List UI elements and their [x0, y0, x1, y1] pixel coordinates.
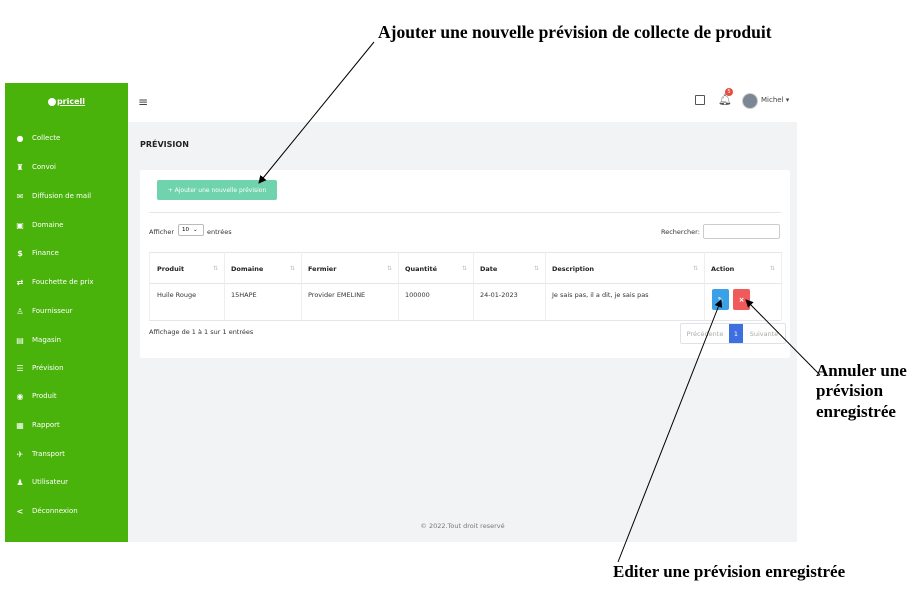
cell-quantite: 100000	[405, 291, 430, 299]
domain-icon: ▣	[16, 220, 24, 230]
sidebar: pricell ● Collecte ♜ Convoi ✉ Diffusion de …	[5, 83, 128, 542]
logo-icon	[47, 97, 56, 106]
avatar[interactable]	[742, 93, 758, 109]
sidebar-item-fouchette[interactable]: ⇄ Fouchette de prix	[5, 272, 128, 292]
sidebar-item-utilisateur[interactable]: ♟ Utilisateur	[5, 472, 128, 492]
pagination-next[interactable]: Suivante	[743, 324, 785, 343]
cell-domaine: 15HAPE	[231, 291, 257, 299]
vehicle-icon: ♜	[16, 162, 24, 172]
transport-icon: ✈	[16, 449, 24, 459]
sidebar-item-domaine[interactable]: ▣ Domaine	[5, 215, 128, 235]
user-icon: ♙	[16, 306, 24, 316]
topbar: ≡ 🔔︎ 5 Michel ▾	[128, 83, 797, 122]
header-date[interactable]: Date ⇅	[480, 255, 543, 282]
menu-icon[interactable]: ≡	[138, 95, 148, 109]
page-title: PRÉVISION	[140, 140, 189, 149]
footer: © 2022.Tout droit reservé	[128, 509, 797, 542]
sidebar-item-diffusion[interactable]: ✉ Diffusion de mail	[5, 186, 128, 206]
header-produit[interactable]: Produit ⇅	[157, 255, 222, 282]
store-icon: ▤	[16, 335, 24, 345]
sidebar-item-rapport[interactable]: ▦ Rapport	[5, 415, 128, 435]
sidebar-item-magasin[interactable]: ▤ Magasin	[5, 330, 128, 350]
cell-produit: Huile Rouge	[157, 291, 197, 299]
delete-button[interactable]: ×	[733, 289, 750, 310]
product-icon: ◉	[16, 391, 24, 401]
search-label: Rechercher:	[661, 228, 700, 236]
arrows-icon: ⇄	[16, 277, 24, 287]
list-icon: ☰	[16, 363, 24, 373]
table-header-border	[149, 283, 781, 284]
sort-icon: ⇅	[212, 265, 218, 272]
prevision-card: + Ajouter une nouvelle prévision Affiche…	[140, 170, 790, 358]
pagination-previous[interactable]: Précédente	[681, 324, 729, 343]
sort-icon: ⇅	[289, 265, 295, 272]
sort-icon: ⇅	[461, 265, 467, 272]
brand-name: pricell	[56, 97, 86, 106]
user-menu[interactable]: Michel ▾	[761, 96, 789, 104]
share-icon: <	[16, 506, 24, 516]
cell-date: 24-01-2023	[480, 291, 518, 299]
sidebar-item-collecte[interactable]: ● Collecte	[5, 128, 128, 148]
cell-fermier: Provider EMELINE	[308, 291, 366, 299]
table-bottom-border	[149, 320, 781, 321]
page-length-select[interactable]: 10 ⌄	[178, 224, 204, 236]
app-window: pricell ● Collecte ♜ Convoi ✉ Diffusion de …	[5, 83, 797, 542]
table-top-border	[149, 252, 781, 253]
header-quantite[interactable]: Quantité ⇅	[405, 255, 471, 282]
search-input[interactable]	[703, 224, 780, 239]
sidebar-item-finance[interactable]: $ Finance	[5, 243, 128, 263]
users-icon: ♟	[16, 477, 24, 487]
annotation-cancel: Annuler une prévision enregistrée	[816, 361, 907, 421]
notification-badge: 5	[725, 88, 733, 96]
dollar-icon: $	[17, 248, 23, 258]
sidebar-item-deconnexion[interactable]: < Déconnexion	[5, 501, 128, 521]
sidebar-item-produit[interactable]: ◉ Produit	[5, 386, 128, 406]
fullscreen-icon[interactable]	[695, 95, 705, 105]
circle-icon: ●	[16, 133, 24, 143]
cell-description: Je sais pas, il a dit, je sais pas	[552, 291, 649, 299]
sidebar-item-prevision[interactable]: ☰ Prévision	[5, 358, 128, 378]
header-action[interactable]: Action ⇅	[711, 255, 779, 282]
chevron-down-icon: ⌄	[193, 227, 198, 233]
pagination-page[interactable]: 1	[729, 324, 743, 343]
pagination: Précédente 1 Suivante	[680, 323, 786, 344]
sidebar-item-fournisseur[interactable]: ♙ Fournisseur	[5, 301, 128, 321]
mail-icon: ✉	[16, 191, 24, 201]
annotation-add: Ajouter une nouvelle prévision de collec…	[378, 22, 772, 42]
table-info: Affichage de 1 à 1 sur 1 entrées	[149, 328, 254, 336]
brand-logo[interactable]: pricell	[5, 83, 128, 120]
close-icon: ×	[738, 295, 745, 304]
sort-icon: ⇅	[533, 265, 539, 272]
sort-icon: ⇅	[692, 265, 698, 272]
add-prevision-button[interactable]: + Ajouter une nouvelle prévision	[157, 180, 277, 200]
sidebar-item-convoi[interactable]: ♜ Convoi	[5, 157, 128, 177]
report-icon: ▦	[16, 420, 24, 430]
entries-label: entrées	[207, 228, 232, 236]
annotation-edit: Editer une prévision enregistrée	[613, 562, 846, 581]
sidebar-item-transport[interactable]: ✈ Transport	[5, 444, 128, 464]
divider	[149, 212, 781, 213]
sort-icon: ⇅	[386, 265, 392, 272]
header-description[interactable]: Description ⇅	[552, 255, 702, 282]
header-domaine[interactable]: Domaine ⇅	[231, 255, 299, 282]
edit-icon: ✎	[717, 295, 724, 304]
length-label: Afficher	[149, 228, 175, 236]
edit-button[interactable]: ✎	[712, 289, 729, 310]
sort-icon: ⇅	[769, 265, 775, 272]
header-fermier[interactable]: Fermier ⇅	[308, 255, 396, 282]
